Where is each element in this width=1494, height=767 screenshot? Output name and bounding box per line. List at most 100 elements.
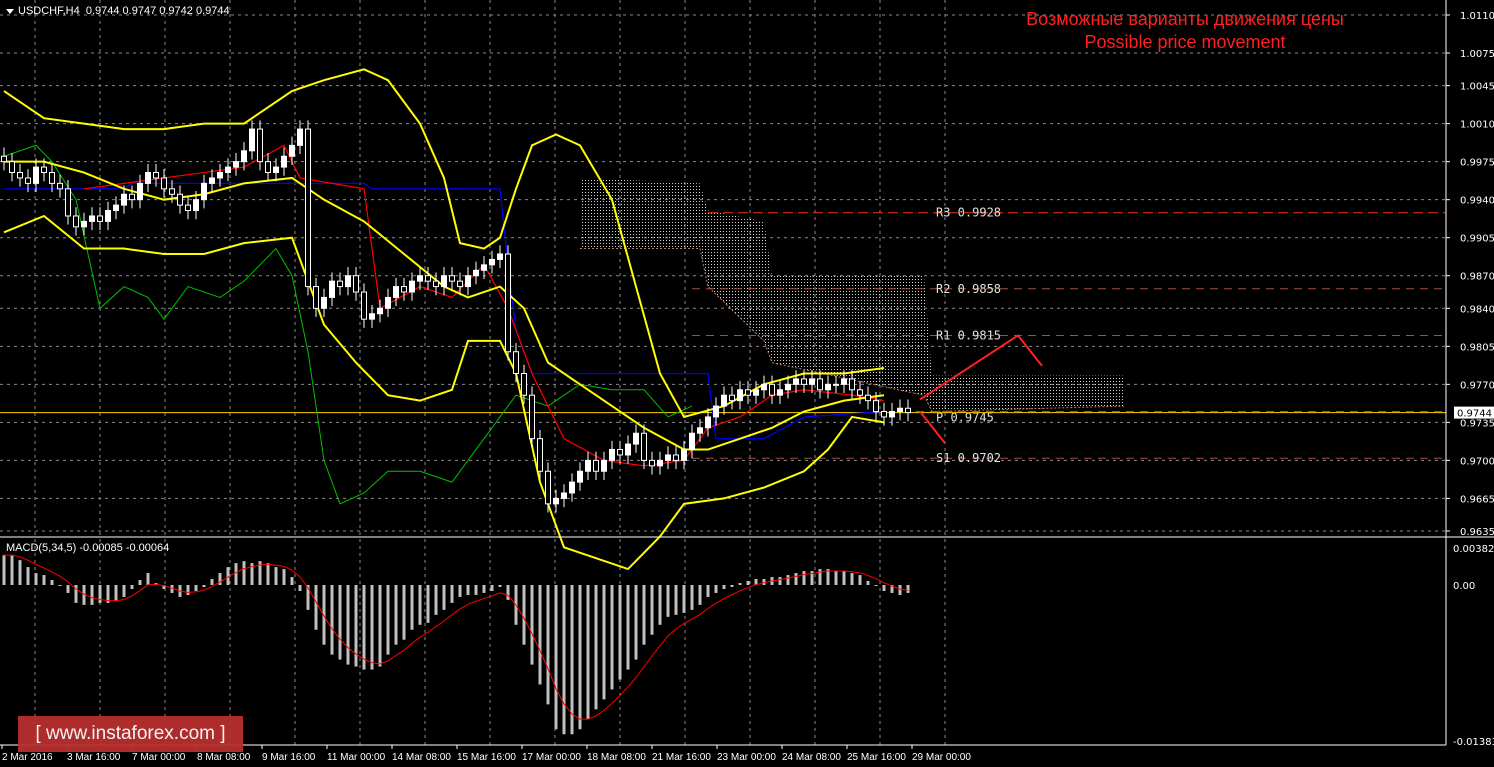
bull-candle (273, 166, 279, 174)
macd-histogram-bar (370, 585, 374, 670)
bull-candle (697, 427, 703, 434)
bear-candle (545, 470, 551, 505)
macd-histogram-bar (474, 585, 478, 595)
macd-histogram-bar (298, 585, 302, 591)
macd-histogram-bar (114, 585, 118, 601)
pivot-label-r1: R1 0.9815 (936, 328, 1001, 342)
bull-candle (193, 199, 199, 212)
macd-histogram-bar (218, 573, 222, 585)
bull-candle (89, 215, 95, 222)
macd-histogram-bar (898, 585, 902, 595)
bull-candle (897, 407, 903, 413)
price-tick-label: 0.9905 (1460, 234, 1494, 245)
macd-histogram-bar (554, 585, 558, 730)
macd-histogram-bar (26, 567, 30, 585)
macd-histogram-bar (538, 585, 542, 685)
price-tick-label: 0.9635 (1460, 527, 1494, 538)
macd-histogram-bar (546, 585, 550, 705)
price-tick-label: 0.9665 (1460, 494, 1494, 505)
bull-candle (753, 389, 759, 396)
bull-candle (889, 411, 895, 418)
dropdown-triangle-icon[interactable] (6, 8, 14, 14)
instaforex-logo[interactable]: [ www.instaforex.com ] (18, 716, 243, 752)
bull-candle (841, 378, 847, 385)
time-tick-label: 8 Mar 08:00 (197, 752, 251, 763)
bear-candle (257, 128, 263, 163)
macd-histogram-bar (330, 585, 334, 655)
price-chart[interactable]: R3 0.9928R2 0.9858R1 0.9815P 0.9745S1 0.… (0, 0, 1494, 767)
bull-candle (241, 150, 247, 163)
bear-candle (537, 438, 543, 472)
macd-histogram-bar (394, 585, 398, 645)
bull-candle (217, 172, 223, 179)
bull-candle (737, 389, 743, 402)
macd-histogram-bar (882, 585, 886, 591)
macd-histogram-bar (34, 573, 38, 585)
bear-candle (873, 400, 879, 413)
macd-histogram-bar (658, 585, 662, 625)
bear-candle (25, 177, 31, 184)
pivot-label-r3: R3 0.9928 (936, 206, 1001, 220)
macd-histogram-bar (618, 585, 622, 680)
bear-candle (313, 286, 319, 309)
macd-histogram-bar (786, 575, 790, 585)
bull-candle (569, 481, 575, 494)
bull-candle (329, 280, 335, 298)
macd-histogram-bar (498, 585, 502, 587)
macd-histogram-bar (698, 585, 702, 605)
bull-candle (481, 264, 487, 271)
macd-histogram-bar (266, 563, 270, 585)
macd-histogram-bar (746, 581, 750, 585)
macd-histogram-bar (682, 585, 686, 613)
time-tick-label: 23 Mar 00:00 (717, 752, 776, 763)
bull-candle (137, 182, 143, 201)
bull-candle (225, 166, 231, 174)
bear-candle (641, 432, 647, 461)
price-tick-label: 1.0010 (1460, 120, 1494, 131)
macd-histogram-bar (378, 585, 382, 667)
bull-candle (201, 182, 207, 201)
bull-candle (321, 296, 327, 309)
time-tick-label: 11 Mar 00:00 (327, 752, 386, 763)
pivot-label-s1: S1 0.9702 (936, 451, 1001, 465)
macd-histogram-bar (610, 585, 614, 690)
bear-candle (433, 280, 439, 288)
bear-candle (593, 459, 599, 472)
macd-histogram-bar (314, 585, 318, 630)
bull-candle (689, 432, 695, 451)
time-tick-label: 7 Mar 00:00 (132, 752, 186, 763)
bear-candle (505, 253, 511, 353)
macd-histogram-bar (842, 571, 846, 585)
bear-candle (1, 155, 7, 163)
chart-title: Возможные варианты движения цены Possibl… (960, 8, 1410, 54)
bear-candle (649, 459, 655, 467)
macd-histogram-bar (530, 585, 534, 665)
chart-header[interactable]: USDCHF,H4 0.9744 0.9747 0.9742 0.9744 (6, 5, 230, 17)
bear-candle (361, 291, 367, 320)
bull-candle (609, 449, 615, 461)
bull-candle (121, 193, 127, 206)
bear-candle (801, 378, 807, 385)
bear-candle (449, 275, 455, 282)
macd-histogram-bar (802, 571, 806, 585)
macd-histogram-bar (338, 585, 342, 660)
bear-candle (265, 161, 271, 174)
bull-candle (105, 210, 111, 222)
bull-candle (585, 459, 591, 472)
macd-histogram-bar (434, 585, 438, 615)
bear-candle (745, 389, 751, 396)
bear-candle (865, 394, 871, 402)
macd-histogram-bar (426, 585, 430, 623)
bull-candle (809, 378, 815, 385)
bear-candle (857, 389, 863, 396)
bear-candle (129, 193, 135, 201)
macd-histogram-bar (282, 569, 286, 585)
bull-candle (553, 497, 559, 505)
macd-histogram-bar (858, 575, 862, 585)
bull-candle (441, 275, 447, 288)
bear-candle (617, 449, 623, 456)
bear-candle (881, 411, 887, 418)
bull-candle (761, 383, 767, 391)
bear-candle (673, 454, 679, 461)
macd-histogram-bar (290, 577, 294, 585)
